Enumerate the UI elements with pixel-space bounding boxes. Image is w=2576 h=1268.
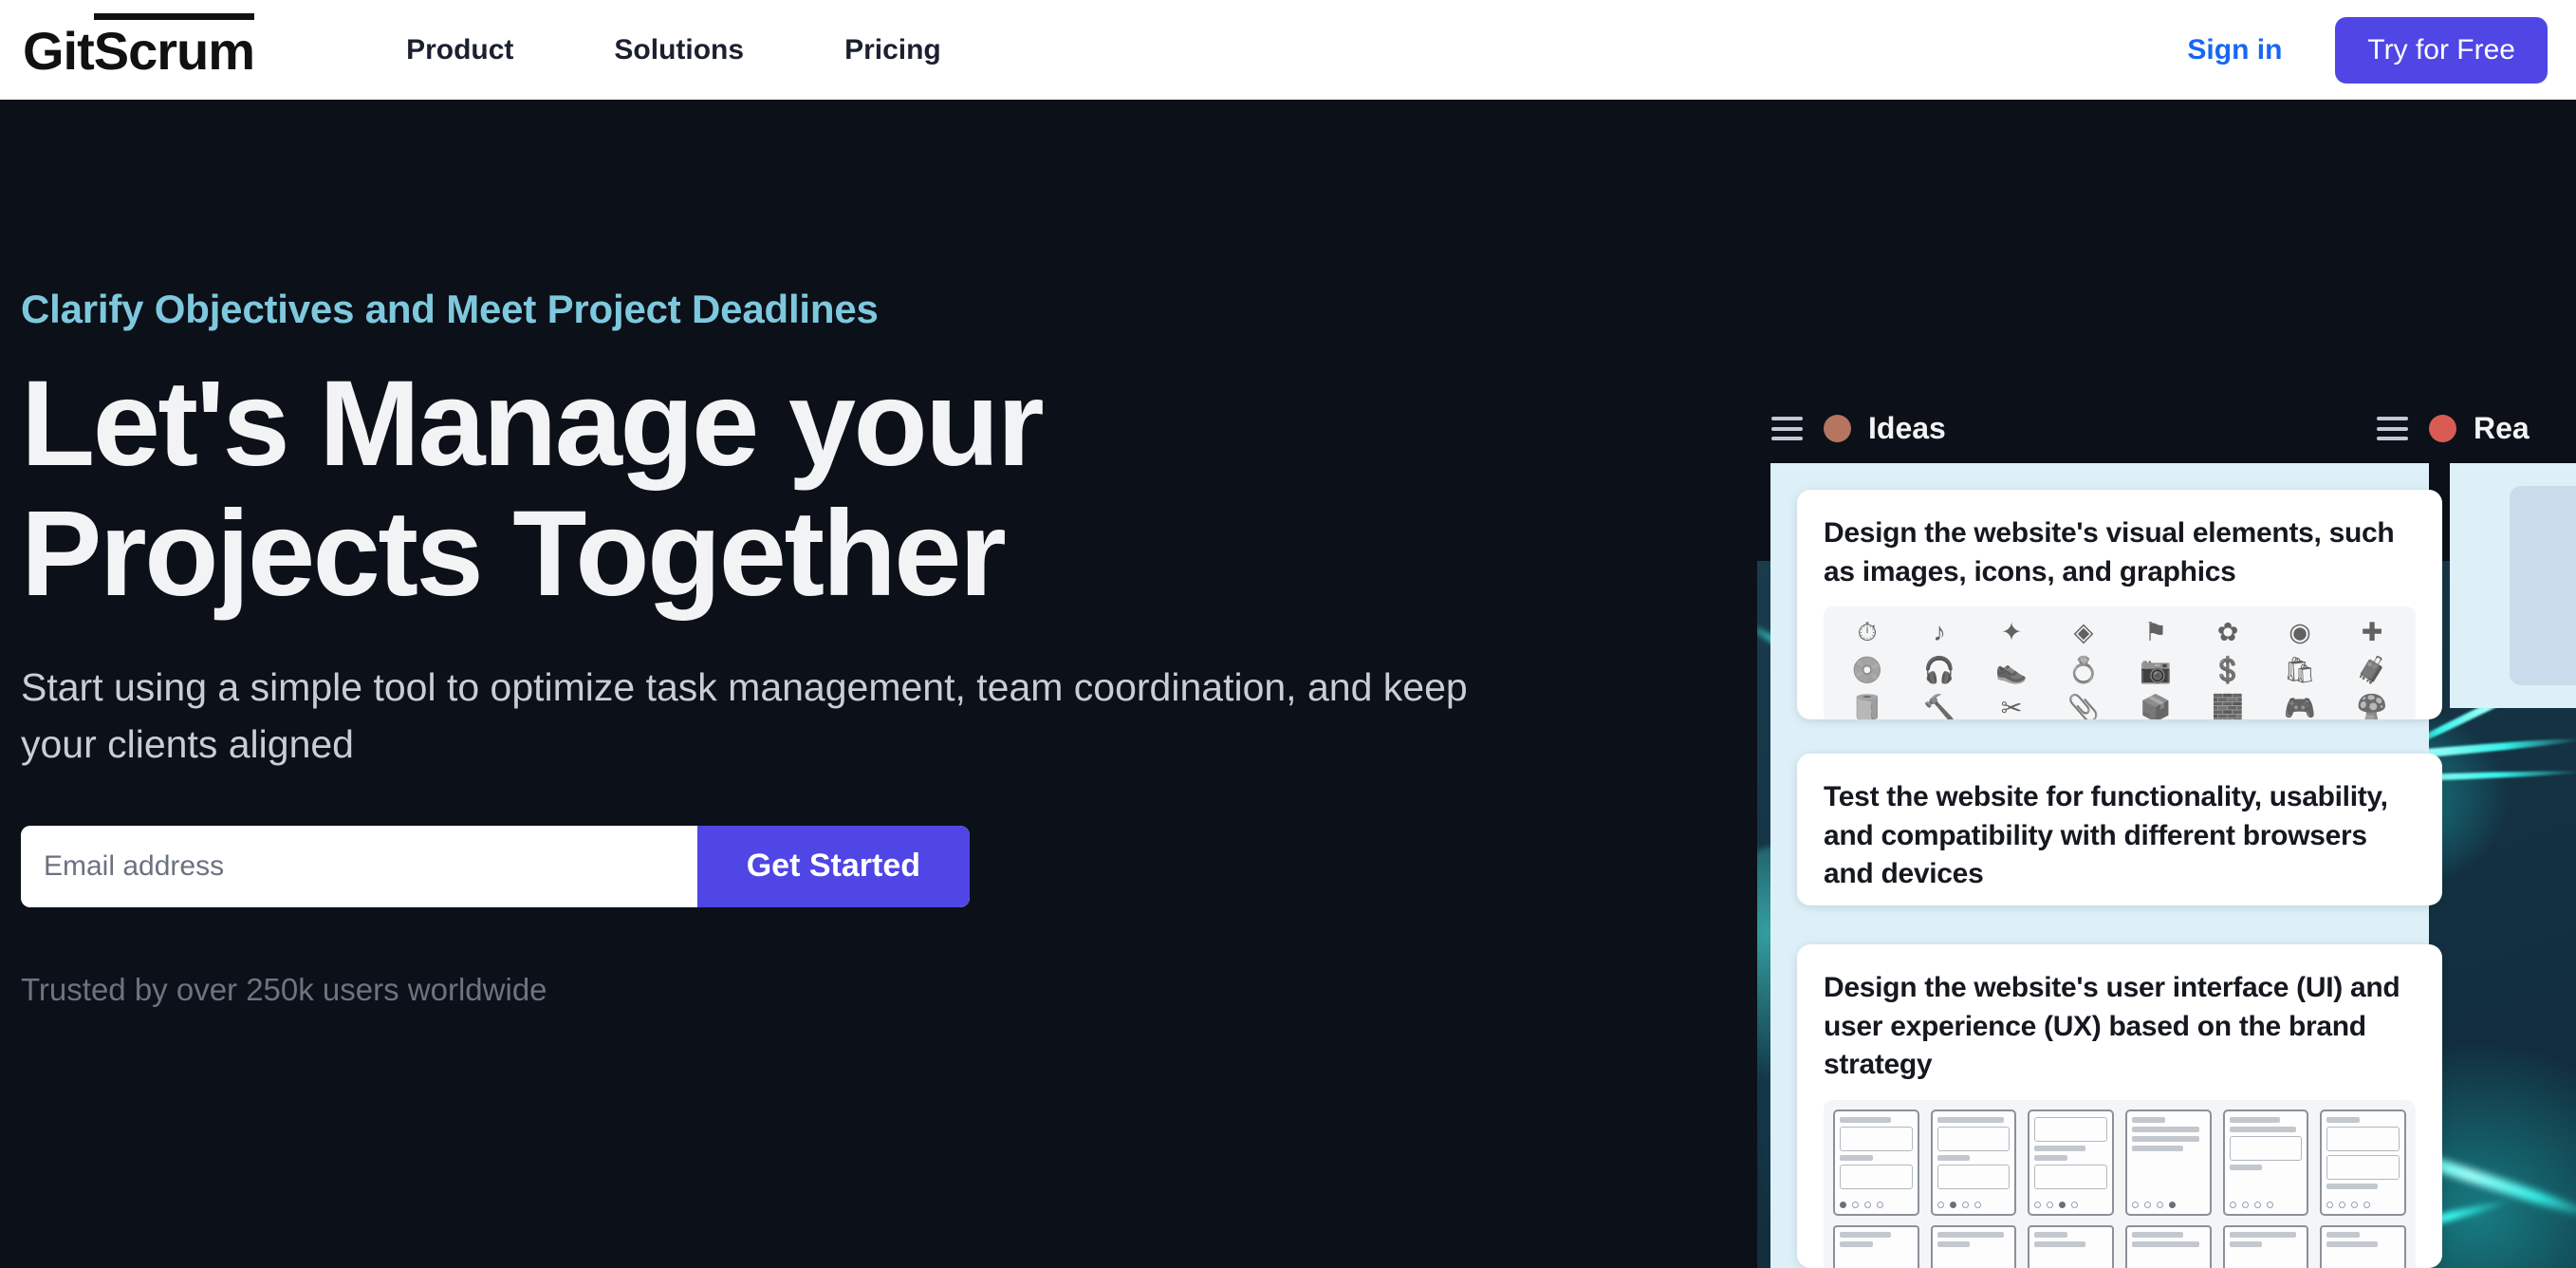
header-actions: Sign in Try for Free <box>2187 16 2548 84</box>
wireframe-phone <box>2125 1109 2212 1216</box>
hero-subhead: Start using a simple tool to optimize ta… <box>21 665 1468 766</box>
wireframe-phone <box>1930 1109 2017 1216</box>
wireframe-card <box>2222 1224 2309 1268</box>
column-color-dot-icon <box>1824 415 1851 442</box>
wireframe-phone <box>1833 1109 1919 1216</box>
thumbnail-icon: ✚ <box>2361 618 2383 646</box>
sign-in-link[interactable]: Sign in <box>2187 34 2282 66</box>
trusted-text: Trusted by over 250k users worldwide <box>21 971 547 1007</box>
thumbnail-icon: 🧻 <box>1851 694 1883 719</box>
thumbnail-icon: ⚑ <box>2143 618 2168 646</box>
headline-line-1: Let's Manage your <box>21 356 1045 493</box>
hero-headline: Let's Manage your Projects Together <box>21 359 1444 623</box>
thumbnail-icon: 🎧 <box>1923 656 1955 684</box>
email-input[interactable] <box>21 825 697 907</box>
thumbnail-icon: 🎮 <box>2284 694 2316 719</box>
wireframe-card <box>2028 1224 2115 1268</box>
icon-grid-thumbnail: ⏱♪✦◈⚑✿◉✚💿🎧👟💍📷💲🛍🧳🧻🔨✂📎📦🧱🎮🍄📢📣🔊✉📰💬❓🎯 <box>1824 606 2416 719</box>
board-column-header-ideas[interactable]: Ideas <box>1771 411 1946 446</box>
thumbnail-icon: ✦ <box>2000 618 2023 646</box>
thumbnail-icon: ◉ <box>2289 618 2311 646</box>
board-column-header-ready[interactable]: Rea <box>2377 411 2530 446</box>
thumbnail-icon: 💿 <box>1851 656 1883 684</box>
wireframe-thumbnail <box>1824 1099 2416 1268</box>
task-card-text: Design the website's user interface (UI)… <box>1824 972 2400 1080</box>
logo-text-git: Git <box>23 20 95 81</box>
thumbnail-icon: 👟 <box>1995 656 2028 684</box>
thumbnail-icon: ✿ <box>2216 618 2239 646</box>
wireframe-card <box>2125 1224 2212 1268</box>
column-title-ideas: Ideas <box>1868 411 1946 445</box>
task-card-text: Design the website's visual elements, su… <box>1824 517 2395 587</box>
nav-item-solutions[interactable]: Solutions <box>614 34 744 66</box>
thumbnail-icon: ⏱ <box>1857 618 1878 646</box>
hamburger-icon[interactable] <box>2377 417 2408 440</box>
task-card[interactable]: Design the website's visual elements, su… <box>1797 490 2442 719</box>
landing-page: Git Scrum Product Solutions Pricing Sign … <box>0 0 2576 1268</box>
wireframe-card <box>1833 1224 1919 1268</box>
thumbnail-icon: ◈ <box>2073 618 2094 646</box>
gitscrum-logo[interactable]: Git Scrum <box>23 12 255 81</box>
column-title-ready: Rea <box>2474 411 2530 445</box>
thumbnail-icon: ✂ <box>2000 694 2023 719</box>
logo-text-scrum: Scrum <box>93 12 255 81</box>
wireframe-phone <box>2222 1109 2309 1216</box>
thumbnail-icon: 📦 <box>2140 694 2172 719</box>
thumbnail-icon: 🛍 <box>2283 656 2317 684</box>
wireframe-row <box>1833 1224 2407 1268</box>
column-color-dot-icon <box>2429 415 2456 442</box>
thumbnail-icon: 🔨 <box>1923 694 1955 719</box>
thumbnail-icon: 💲 <box>2212 656 2244 684</box>
signup-form: Get Started <box>21 825 970 907</box>
hero-copy: Clarify Objectives and Meet Project Dead… <box>21 287 1634 1008</box>
task-card-text: Test the website for functionality, usab… <box>1824 781 2388 889</box>
thumbnail-icon: 💍 <box>2067 656 2100 684</box>
headline-line-2: Projects Together <box>21 486 1007 623</box>
hero-eyebrow: Clarify Objectives and Meet Project Dead… <box>21 287 879 331</box>
thumbnail-icon: 📷 <box>2140 656 2172 684</box>
main-nav: Product Solutions Pricing <box>406 34 1042 66</box>
wireframe-card <box>2320 1224 2407 1268</box>
wireframe-row <box>1833 1109 2407 1216</box>
thumbnail-icon: 📎 <box>2067 694 2100 719</box>
nav-item-pricing[interactable]: Pricing <box>844 34 941 66</box>
icon-grid: ⏱♪✦◈⚑✿◉✚💿🎧👟💍📷💲🛍🧳🧻🔨✂📎📦🧱🎮🍄📢📣🔊✉📰💬❓🎯 <box>1833 614 2406 719</box>
task-card[interactable]: Test the website for functionality, usab… <box>1797 754 2442 905</box>
card-ready-partial[interactable] <box>2510 486 2576 685</box>
hamburger-icon[interactable] <box>1771 417 1803 440</box>
task-card[interactable]: Design the website's user interface (UI)… <box>1797 944 2442 1268</box>
wireframe-phone <box>2028 1109 2115 1216</box>
get-started-button[interactable]: Get Started <box>696 825 970 907</box>
thumbnail-icon: 🧱 <box>2212 694 2244 719</box>
hero-section: Clarify Objectives and Meet Project Dead… <box>0 100 2576 1268</box>
try-for-free-button[interactable]: Try for Free <box>2335 16 2548 84</box>
board-illustration: Ideas Rea Design the website's visual el… <box>1751 100 2576 1268</box>
wireframe-card <box>1930 1224 2017 1268</box>
thumbnail-icon: ♪ <box>1933 618 1946 646</box>
thumbnail-icon: 🍄 <box>2356 694 2388 719</box>
wireframe-phone <box>2320 1109 2407 1216</box>
thumbnail-icon: 🧳 <box>2356 656 2388 684</box>
site-header: Git Scrum Product Solutions Pricing Sign … <box>0 0 2576 100</box>
nav-item-product[interactable]: Product <box>406 34 513 66</box>
